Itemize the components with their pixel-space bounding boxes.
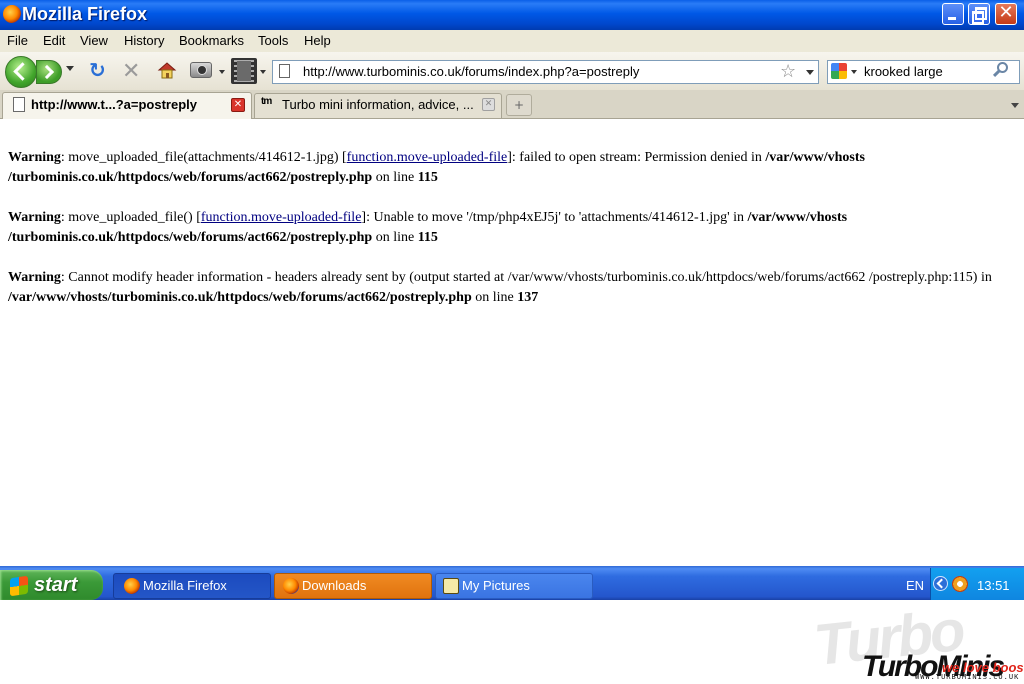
search-icon[interactable] [997,62,1008,73]
warning-message: Warning: Cannot modify header informatio… [8,270,992,305]
clock[interactable]: 13:51 [977,578,1010,593]
menu-bar: File Edit View History Bookmarks Tools H… [0,30,1024,52]
history-dropdown-icon[interactable] [66,66,74,71]
warning-message: Warning: move_uploaded_file(attachments/… [8,150,865,185]
film-icon[interactable] [231,58,257,84]
firefox-icon [283,578,299,594]
reload-icon[interactable]: ↻ [89,60,107,80]
page-icon [13,97,25,112]
firefox-icon [3,5,21,23]
start-label: start [34,574,78,596]
new-tab-button[interactable]: + [506,94,532,116]
menu-help[interactable]: Help [304,33,331,48]
firefox-icon [124,578,140,594]
line-number: 115 [417,230,438,245]
page-content: Warning: move_uploaded_file(attachments/… [0,120,1024,566]
line-number: 115 [417,170,438,185]
close-icon: ✕ [998,2,1014,23]
stop-icon[interactable]: ✕ [122,59,140,84]
close-window-button[interactable]: ✕ [995,2,1017,25]
warning-message: Warning: move_uploaded_file() [function.… [8,210,848,245]
menu-edit[interactable]: Edit [43,33,65,48]
warning-label: Warning [8,150,61,165]
title-bar[interactable] [0,0,1024,30]
home-icon[interactable] [157,60,177,80]
tray-expand-icon[interactable] [933,576,948,591]
back-button[interactable] [5,56,37,88]
folder-icon [443,578,459,594]
menu-tools[interactable]: Tools [258,33,288,48]
language-indicator[interactable]: EN [906,578,924,593]
line-number: 137 [517,290,539,305]
forward-button[interactable] [36,60,62,84]
tab-label: http://www.t...?a=postreply [31,97,197,112]
menu-view[interactable]: View [80,33,108,48]
close-tab-icon[interactable]: ✕ [482,98,495,111]
function-link[interactable]: function.move-uploaded-file [347,150,508,165]
task-label: My Pictures [462,578,530,593]
restore-button[interactable] [968,3,990,25]
warning-label: Warning [8,270,61,285]
warning-label: Warning [8,210,61,225]
google-icon[interactable] [831,63,847,79]
function-link[interactable]: function.move-uploaded-file [201,210,362,225]
search-engine-dropdown-icon[interactable] [851,70,857,74]
address-input[interactable]: http://www.turbominis.co.uk/forums/index… [303,64,639,79]
menu-history[interactable]: History [124,33,164,48]
search-input[interactable]: krooked large [864,64,943,79]
task-label: Downloads [302,578,367,593]
minimize-button[interactable] [942,3,964,25]
film-dropdown-icon[interactable] [260,70,266,74]
close-tab-icon[interactable]: ✕ [231,98,245,112]
tab-label: Turbo mini information, advice, ... [282,97,474,112]
tray-app-icon[interactable] [952,576,968,592]
tab-list-dropdown-icon[interactable] [1005,94,1024,116]
camera-icon[interactable] [190,62,212,78]
menu-bookmarks[interactable]: Bookmarks [179,33,244,48]
windows-flag-icon [10,575,28,597]
task-label: Mozilla Firefox [143,578,227,593]
camera-dropdown-icon[interactable] [219,70,225,74]
watermark-url: WWW.TURBOMINIS.CO.UK [915,673,1020,681]
bookmark-star-icon[interactable]: ☆ [780,61,796,82]
menu-file[interactable]: File [7,33,28,48]
url-history-dropdown-icon[interactable] [806,70,814,75]
window-title: Mozilla Firefox [22,4,148,24]
file-path: /var/www/vhosts/turbominis.co.uk/httpdoc… [8,290,472,305]
tm-favicon-icon: tm [261,96,272,107]
page-icon [279,64,290,78]
